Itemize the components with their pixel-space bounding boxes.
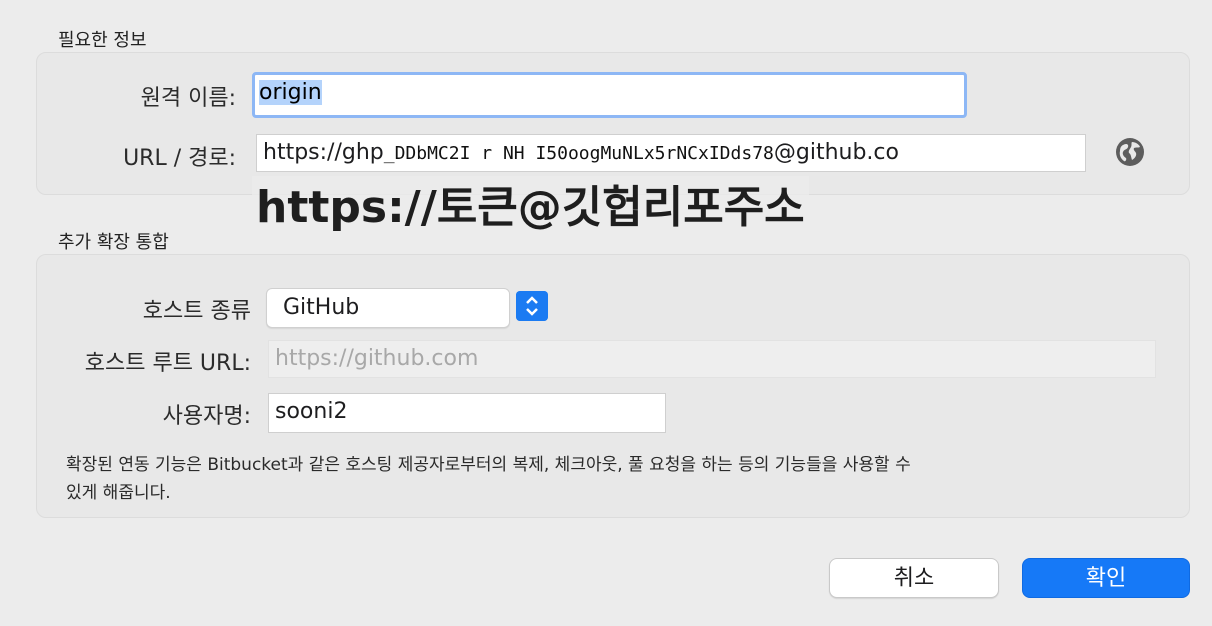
extension-hint-line1: 확장된 연동 기능은 Bitbucket과 같은 호스팅 제공자로부터의 복제,… <box>66 455 911 475</box>
host-type-value: GitHub <box>283 295 360 320</box>
url-token-obscured: _DDbMC2I r NH I50oogMuNLx5rNCxIDds78 <box>383 143 774 164</box>
remote-name-input[interactable]: origin <box>252 72 967 118</box>
required-info-title: 필요한 정보 <box>58 30 147 51</box>
ok-button[interactable]: 확인 <box>1022 558 1190 598</box>
username-value: sooni2 <box>275 399 348 424</box>
host-root-url-label: 호스트 루트 URL: <box>84 351 251 376</box>
username-input[interactable]: sooni2 <box>268 393 666 433</box>
host-root-url-input[interactable]: https://github.com <box>268 340 1156 378</box>
extension-hint: 확장된 연동 기능은 Bitbucket과 같은 호스팅 제공자로부터의 복제,… <box>66 451 1166 507</box>
host-type-label: 호스트 종류 <box>142 299 251 324</box>
extension-title: 추가 확장 통합 <box>58 232 169 253</box>
globe-icon[interactable] <box>1115 137 1145 167</box>
cancel-button[interactable]: 취소 <box>829 558 999 598</box>
chevron-updown-icon[interactable] <box>516 291 548 321</box>
host-type-popup[interactable]: GitHub <box>266 288 510 328</box>
remote-name-label: 원격 이름: <box>140 86 236 111</box>
username-label: 사용자명: <box>162 404 251 429</box>
token-url-annotation: https://토큰@깃헙리포주소 <box>252 176 809 240</box>
url-suffix: @github.co <box>773 140 899 165</box>
url-input[interactable]: https://ghp_DDbMC2I r NH I50oogMuNLx5rNC… <box>256 134 1086 172</box>
host-root-url-placeholder: https://github.com <box>275 346 479 371</box>
extension-hint-line2: 있게 해줍니다. <box>66 483 171 503</box>
url-prefix: https://ghp <box>263 140 384 165</box>
remote-name-value: origin <box>259 80 322 105</box>
url-label: URL / 경로: <box>123 146 236 171</box>
